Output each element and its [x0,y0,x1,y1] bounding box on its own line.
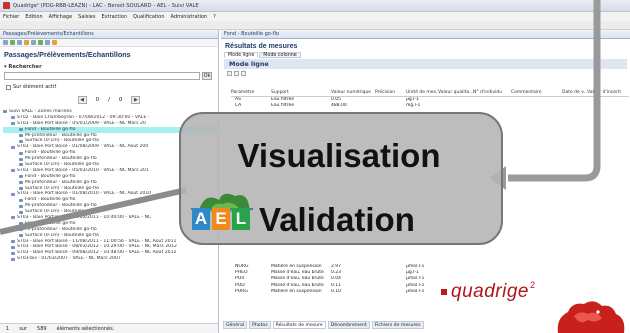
brand-superscript: 2 [529,280,535,290]
left-connector-line [0,187,187,235]
right-connector-line [508,0,601,182]
quadrige-brand: quadrige 2 [441,280,535,303]
ifremer-lion-icon [557,301,625,333]
ael-letter-l: L [232,208,250,230]
callout-validation: Validation [259,201,415,238]
ael-letter-a: A [192,208,210,230]
lion-eye-shape [596,310,600,314]
brand-name: quadrige [451,281,529,302]
callout-visualisation: Visualisation [237,137,441,174]
ael-letter-e: E [212,208,230,230]
brand-square-icon [441,289,447,295]
